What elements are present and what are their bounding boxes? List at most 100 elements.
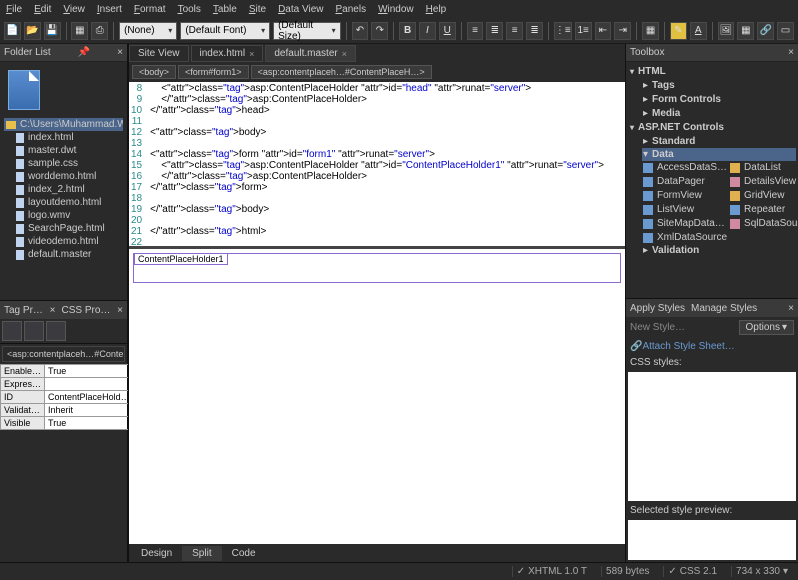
insert-image-button[interactable]: 🖼	[718, 22, 735, 40]
toolbox-item[interactable]: DataList	[729, 161, 798, 174]
folder-item[interactable]: master.dwt	[4, 144, 123, 157]
close-icon[interactable]: ×	[117, 47, 123, 58]
preview-button[interactable]: ▦	[71, 22, 88, 40]
breadcrumb-item[interactable]: <form#form1>	[178, 65, 249, 79]
props-btn-2[interactable]	[24, 321, 44, 341]
manage-styles-tab[interactable]: Manage Styles	[691, 303, 757, 314]
toolbox-group[interactable]: ▸Validation	[642, 244, 796, 257]
toolbox-group[interactable]: ▸Form Controls	[642, 93, 796, 106]
properties-grid[interactable]: Enable…TrueExpres…IDContentPlaceHold…Val…	[0, 364, 127, 430]
property-row[interactable]: Expres…	[1, 378, 134, 391]
code-editor[interactable]: 8910111213141516171819202122 <"attr">cla…	[129, 82, 625, 246]
menu-format[interactable]: Format	[134, 4, 166, 15]
toolbox-group-html[interactable]: ▾HTML	[628, 64, 796, 79]
undo-button[interactable]: ↶	[352, 22, 369, 40]
menu-file[interactable]: File	[6, 4, 22, 15]
props-selector[interactable]: <asp:contentplaceh…#Conten…	[2, 346, 125, 362]
property-row[interactable]: VisibleTrue	[1, 417, 134, 430]
folder-item[interactable]: videodemo.html	[4, 235, 123, 248]
close-icon[interactable]: ×	[788, 303, 794, 314]
css-styles-box[interactable]	[628, 372, 796, 501]
size-select[interactable]: (Default Size)▾	[273, 22, 341, 40]
breadcrumb-item[interactable]: <body>	[132, 65, 176, 79]
toolbox-item[interactable]: XmlDataSource	[642, 231, 728, 244]
menu-site[interactable]: Site	[249, 4, 266, 15]
folder-item[interactable]: logo.wmv	[4, 209, 123, 222]
status-xhtml[interactable]: ✓XHTML 1.0 T	[512, 566, 591, 577]
close-icon[interactable]: ×	[249, 49, 254, 59]
property-row[interactable]: Enable…True	[1, 365, 134, 378]
apply-styles-tab[interactable]: Apply Styles	[630, 303, 685, 314]
style-select[interactable]: (None)▾	[119, 22, 177, 40]
menu-insert[interactable]: Insert	[97, 4, 122, 15]
toolbox-item[interactable]: SiteMapData…	[642, 217, 728, 230]
menu-data-view[interactable]: Data View	[278, 4, 323, 15]
close-icon[interactable]: ×	[342, 49, 347, 59]
toolbox-item[interactable]: SqlDataSource	[729, 217, 798, 230]
redo-button[interactable]: ↷	[371, 22, 388, 40]
menu-window[interactable]: Window	[378, 4, 414, 15]
menu-tools[interactable]: Tools	[178, 4, 201, 15]
toolbox-group-aspnet[interactable]: ▾ASP.NET Controls	[628, 120, 796, 135]
toolbox-item[interactable]: DataPager	[642, 175, 728, 188]
toolbox-item[interactable]: Repeater	[729, 203, 798, 216]
options-button[interactable]: Options▾	[739, 320, 795, 335]
menu-help[interactable]: Help	[426, 4, 447, 15]
toolbox-group[interactable]: ▸Media	[642, 107, 796, 120]
folder-item[interactable]: index_2.html	[4, 183, 123, 196]
folder-item[interactable]: layoutdemo.html	[4, 196, 123, 209]
props-btn-3[interactable]	[46, 321, 66, 341]
highlight-button[interactable]: ✎	[670, 22, 687, 40]
toolbox-item[interactable]: GridView	[729, 189, 798, 202]
property-row[interactable]: IDContentPlaceHold…	[1, 391, 134, 404]
content-placeholder-region[interactable]: ContentPlaceHolder1	[133, 253, 621, 283]
justify-button[interactable]: ≣	[526, 22, 543, 40]
design-surface[interactable]: ContentPlaceHolder1	[129, 246, 625, 544]
folder-root[interactable]: C:\Users\Muhammad.Waqas\Do	[4, 118, 123, 131]
props-btn-1[interactable]	[2, 321, 22, 341]
toolbox-group[interactable]: ▸Standard	[642, 135, 796, 148]
folder-item[interactable]: worddemo.html	[4, 170, 123, 183]
document-tab[interactable]: default.master×	[265, 45, 356, 62]
css-properties-tab[interactable]: CSS Pro…	[62, 305, 111, 316]
view-tab-split[interactable]: Split	[182, 546, 221, 561]
outdent-button[interactable]: ⇤	[595, 22, 612, 40]
folder-item[interactable]: default.master	[4, 248, 123, 261]
align-left-button[interactable]: ≡	[467, 22, 484, 40]
underline-button[interactable]: U	[439, 22, 456, 40]
insert-link-button[interactable]: 🔗	[757, 22, 774, 40]
menu-edit[interactable]: Edit	[34, 4, 51, 15]
open-button[interactable]: 📂	[24, 22, 41, 40]
close-icon[interactable]: ×	[788, 47, 794, 58]
menu-panels[interactable]: Panels	[335, 4, 366, 15]
align-right-button[interactable]: ≡	[506, 22, 523, 40]
font-color-button[interactable]: A	[690, 22, 707, 40]
insert-layer-button[interactable]: ▭	[777, 22, 794, 40]
save-button[interactable]: 💾	[44, 22, 61, 40]
font-select[interactable]: (Default Font)▾	[180, 22, 270, 40]
document-tab[interactable]: Site View	[129, 45, 189, 62]
tag-properties-tab[interactable]: Tag Pr…	[4, 305, 43, 316]
new-style-link[interactable]: New Style…	[630, 322, 685, 333]
menu-table[interactable]: Table	[213, 4, 237, 15]
new-file-button[interactable]: 📄	[4, 22, 21, 40]
folder-item[interactable]: index.html	[4, 131, 123, 144]
view-tab-design[interactable]: Design	[131, 546, 182, 561]
toolbox-group[interactable]: ▸Tags	[642, 79, 796, 92]
indent-button[interactable]: ⇥	[614, 22, 631, 40]
toolbox-item[interactable]: FormView	[642, 189, 728, 202]
property-row[interactable]: Validat…Inherit	[1, 404, 134, 417]
folder-item[interactable]: SearchPage.html	[4, 222, 123, 235]
folder-item[interactable]: sample.css	[4, 157, 123, 170]
borders-button[interactable]: ▦	[642, 22, 659, 40]
document-tab[interactable]: index.html×	[191, 45, 264, 62]
attach-stylesheet-link[interactable]: Attach Style Sheet…	[642, 341, 734, 352]
toolbox-group-data[interactable]: ▾Data	[642, 148, 796, 161]
toolbox-item[interactable]: AccessDataS…	[642, 161, 728, 174]
status-css[interactable]: ✓CSS 2.1	[663, 566, 721, 577]
list-bullets-button[interactable]: ⋮≡	[554, 22, 572, 40]
pin-icon[interactable]: 📌	[78, 47, 90, 58]
insert-table-button[interactable]: ▦	[737, 22, 754, 40]
list-numbers-button[interactable]: 1≡	[575, 22, 592, 40]
toolbox-item[interactable]: DetailsView	[729, 175, 798, 188]
